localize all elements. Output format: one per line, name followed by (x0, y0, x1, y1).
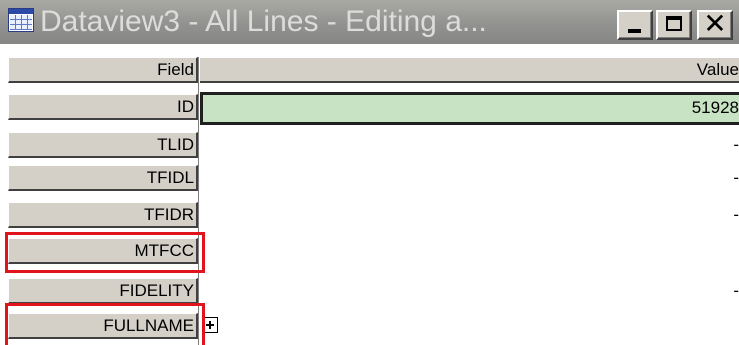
table-grid-icon[interactable] (8, 8, 34, 32)
expand-plus-icon[interactable] (202, 317, 218, 333)
window-title: Dataview3 - All Lines - Editing a... (40, 5, 487, 38)
minimize-icon (628, 29, 641, 33)
maximize-icon (666, 16, 682, 31)
value-cell-tfidr[interactable]: - (200, 202, 739, 228)
field-label-id[interactable]: ID (8, 94, 198, 120)
column-divider (198, 57, 199, 345)
value-cell-fidelity[interactable]: - (200, 278, 739, 304)
field-label-fullname[interactable]: FULLNAME (8, 313, 198, 339)
close-icon: ✕ (703, 7, 727, 40)
value-column-header[interactable]: Value (200, 57, 739, 83)
field-column-header[interactable]: Field (8, 57, 198, 83)
value-cell-mtfcc[interactable] (200, 238, 739, 264)
field-label-tfidr[interactable]: TFIDR (8, 202, 198, 228)
maximize-button[interactable] (656, 10, 692, 40)
value-cell-tlid[interactable]: - (200, 132, 739, 158)
value-cell-fullname[interactable] (222, 313, 739, 339)
field-label-fidelity[interactable]: FIDELITY (8, 278, 198, 304)
value-cell-id[interactable]: 51928 (200, 92, 739, 125)
value-cell-tfidl[interactable]: - (200, 165, 739, 191)
field-label-tfidl[interactable]: TFIDL (8, 165, 198, 191)
window-title-bar[interactable]: Dataview3 - All Lines - Editing a... ✕ (0, 0, 739, 44)
minimize-button[interactable] (617, 10, 653, 40)
close-button[interactable]: ✕ (697, 7, 733, 40)
field-label-tlid[interactable]: TLID (8, 132, 198, 158)
field-label-mtfcc[interactable]: MTFCC (8, 238, 198, 264)
